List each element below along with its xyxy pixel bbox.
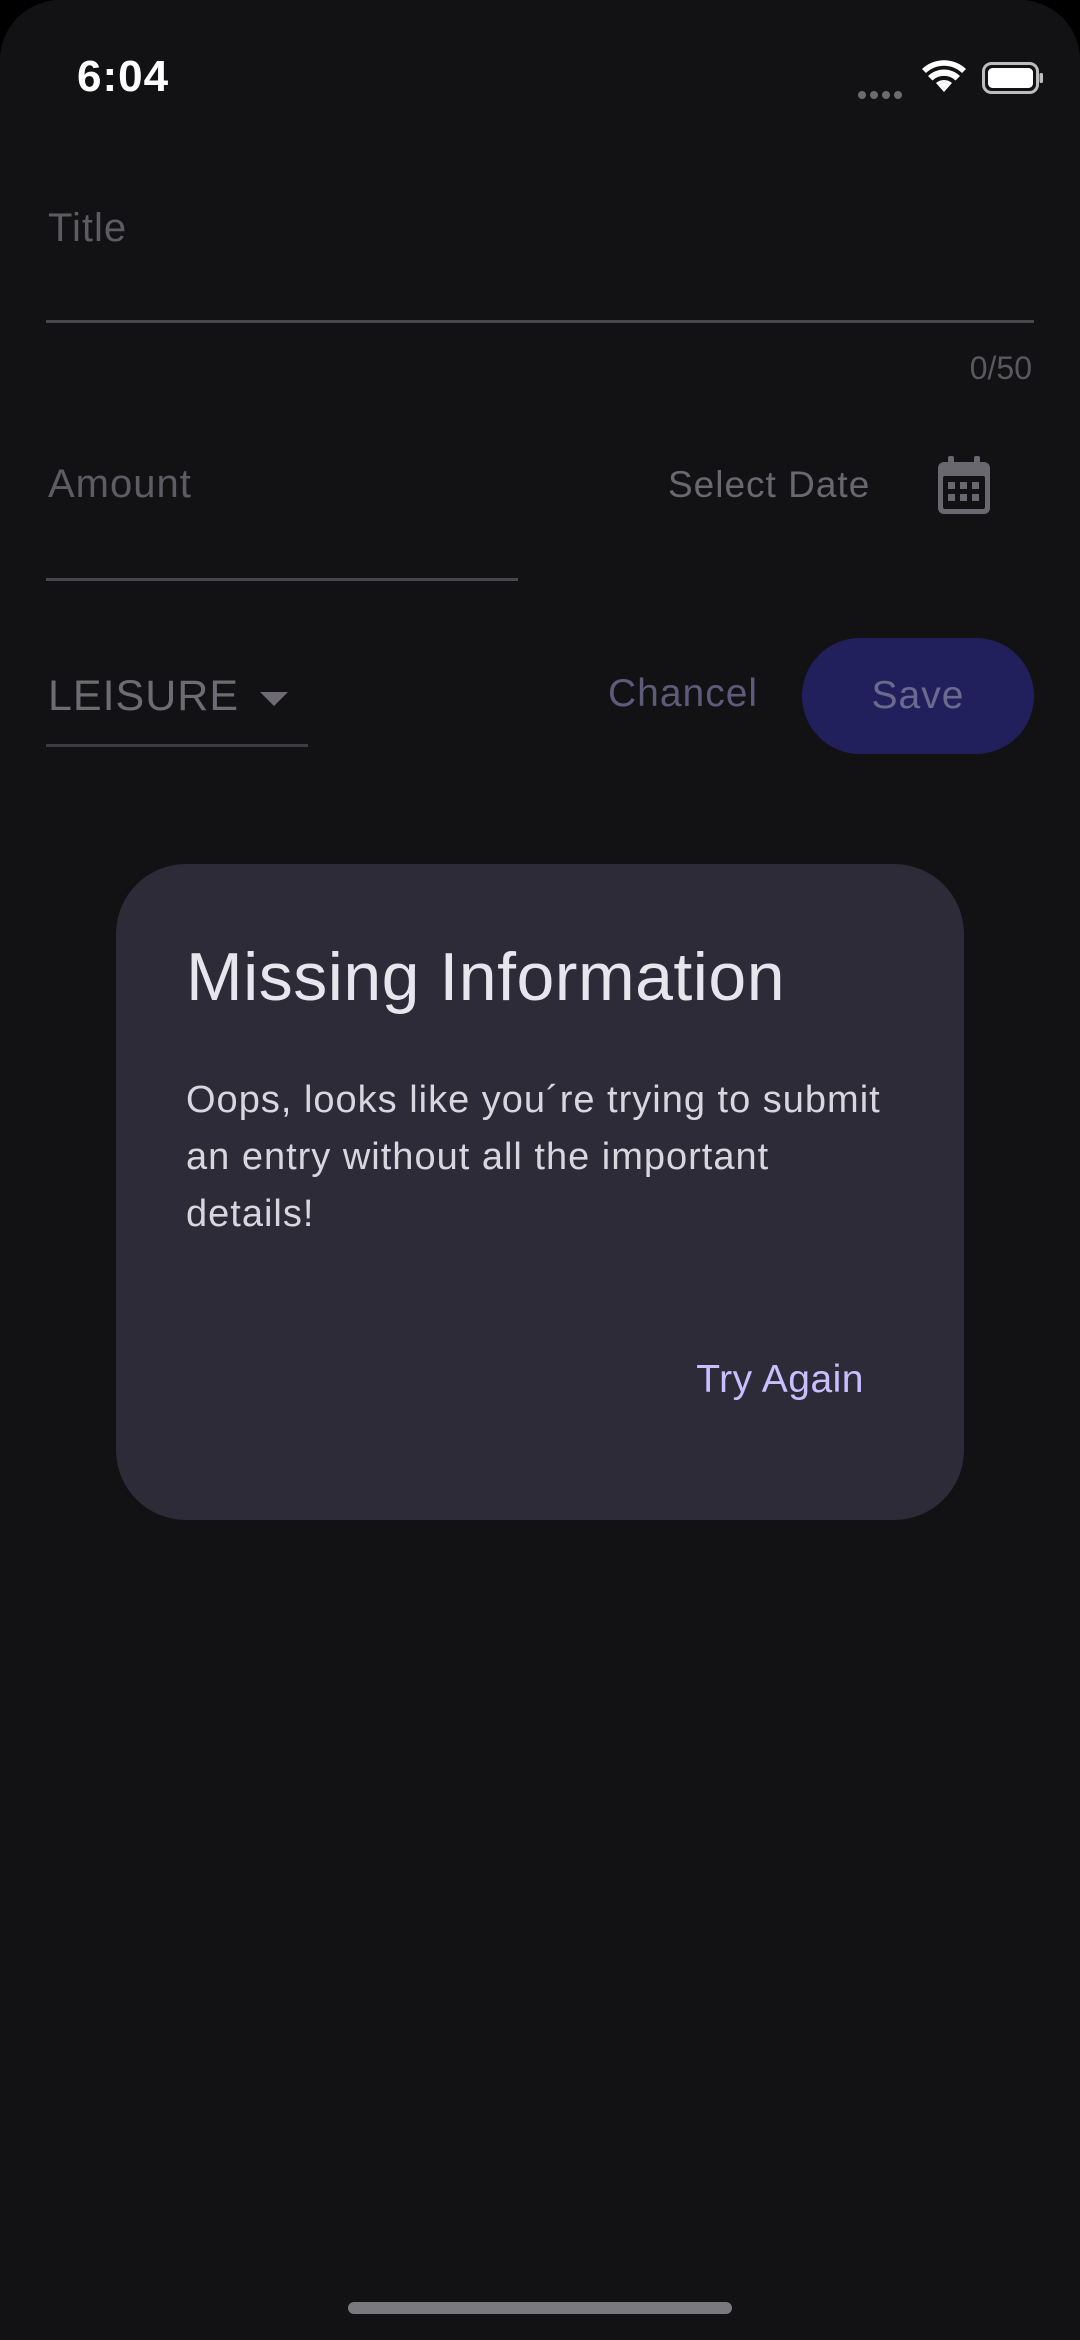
select-date-label[interactable]: Select Date (668, 464, 870, 506)
dropdown-arrow-icon (260, 692, 288, 706)
save-button[interactable]: Save (802, 638, 1034, 754)
category-dropdown[interactable]: LEISURE (46, 668, 308, 747)
missing-information-dialog: Missing Information Oops, looks like you… (116, 864, 964, 1520)
dialog-message: Oops, looks like you´re trying to submit… (186, 1079, 881, 1235)
wifi-icon (922, 60, 966, 92)
cancel-button[interactable]: Chancel (598, 664, 768, 724)
cellular-signal-icon (858, 86, 908, 99)
home-indicator[interactable] (348, 2302, 732, 2314)
try-again-button[interactable]: Try Again (688, 1348, 872, 1412)
amount-field-underline (46, 578, 518, 581)
title-field-underline (46, 320, 1034, 323)
title-field[interactable]: Title (48, 206, 127, 251)
battery-icon (982, 62, 1043, 94)
amount-field[interactable]: Amount (48, 462, 192, 507)
title-character-counter: 0/50 (969, 350, 1032, 386)
status-time: 6:04 (77, 52, 170, 101)
app-screen: 6:04 Title 0/50 Amount Select Date LEISU… (0, 0, 1080, 2340)
calendar-icon[interactable] (936, 456, 992, 516)
category-value: LEISURE (48, 672, 240, 720)
dialog-title: Missing Information (186, 939, 786, 1015)
